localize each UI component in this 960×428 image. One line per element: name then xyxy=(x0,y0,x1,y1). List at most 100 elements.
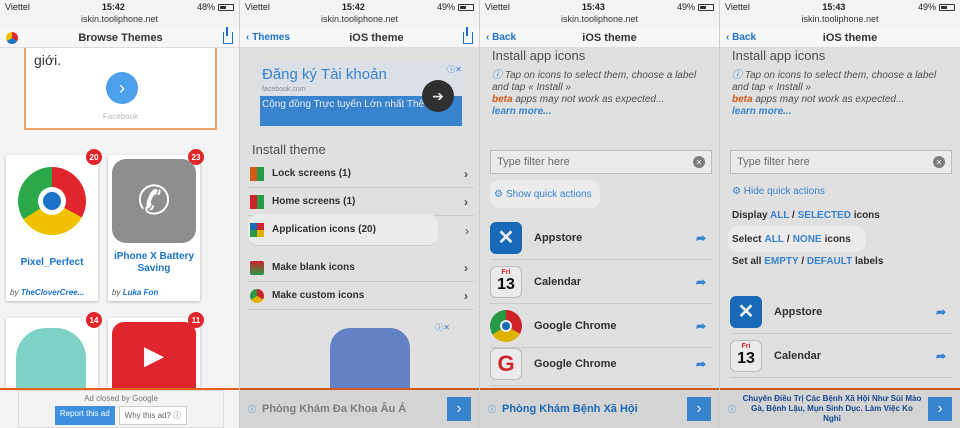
bottom-banner-ad[interactable]: ⓘ Phòng Khám Bệnh Xã Hội › xyxy=(480,388,719,428)
back-button[interactable]: ‹ Themes xyxy=(246,32,290,43)
bottom-banner-ad[interactable]: ⓘ Chuyên Điều Trị Các Bệnh Xã Hội Như Sù… xyxy=(720,388,960,428)
carrier-label: Viettel xyxy=(725,2,750,12)
instructions: ⓘ Tap on icons to select them, choose a … xyxy=(732,70,952,118)
share-arrow-icon[interactable]: ➦ xyxy=(696,357,706,371)
section-heading: Install app icons xyxy=(732,48,826,63)
adchoices-icon[interactable]: ⓘ xyxy=(248,404,256,415)
application-icons-icon xyxy=(250,222,264,237)
app-row-calendar[interactable]: Fri 13 Calendar ➦ xyxy=(490,260,712,304)
row-application-icons[interactable]: Application icons (20) xyxy=(248,214,438,246)
battery-label: 49% xyxy=(676,2,695,12)
hide-quick-actions-link[interactable]: ⚙ Hide quick actions xyxy=(732,186,825,197)
section-heading: Install theme xyxy=(252,142,326,157)
arrow-right-icon[interactable]: › xyxy=(928,397,952,421)
url-label[interactable]: iskin.tooliphone.net xyxy=(720,14,960,28)
back-button[interactable]: ‹ Back xyxy=(726,32,756,43)
share-arrow-icon[interactable]: ➦ xyxy=(936,349,946,363)
arrow-right-icon[interactable]: ➔ xyxy=(422,80,454,112)
learn-more-link[interactable]: learn more... xyxy=(732,106,952,118)
app-row-google-chrome-2[interactable]: G Google Chrome ➦ xyxy=(490,342,712,386)
battery-icon xyxy=(939,3,955,11)
set-labels-line: Set all EMPTY / DEFAULT labels xyxy=(732,256,884,267)
row-lock-screens[interactable]: Lock screens (1) › xyxy=(248,160,474,188)
select-all-link[interactable]: ALL xyxy=(764,234,783,245)
share-icon[interactable] xyxy=(463,26,473,44)
bottom-banner-ad[interactable]: ⓘ Phòng Khám Đa Khoa Âu Á › xyxy=(240,388,479,428)
row-make-blank-icons[interactable]: Make blank icons › xyxy=(248,254,474,282)
screenshot-strip: Viettel 15:42 48% iskin.tooliphone.net B… xyxy=(0,0,960,428)
url-label[interactable]: iskin.tooliphone.net xyxy=(480,14,719,28)
clear-icon[interactable]: ✕ xyxy=(693,156,705,168)
chevron-right-icon[interactable]: › xyxy=(106,72,138,104)
show-quick-actions-link[interactable]: ⚙ Show quick actions xyxy=(490,180,600,208)
app-logo-icon[interactable] xyxy=(6,31,18,44)
back-button[interactable]: ‹ Back xyxy=(486,32,516,43)
report-ad-button[interactable]: Report this ad xyxy=(54,406,115,425)
theme-card-youtube[interactable]: 11 ▶ xyxy=(108,312,204,388)
adchoices-icon[interactable]: ⓘ xyxy=(728,404,736,415)
theme-card-iphone-x[interactable]: 23 ✆ iPhone X Battery Saving by Luka Fon xyxy=(108,149,204,301)
theme-name[interactable]: Pixel_Perfect xyxy=(6,257,98,269)
share-arrow-icon[interactable]: ➦ xyxy=(696,275,706,289)
row-make-custom-icons[interactable]: Make custom icons › xyxy=(248,282,474,310)
adchoices-icon[interactable]: ⓘ✕ xyxy=(447,64,462,75)
share-arrow-icon[interactable]: ➦ xyxy=(696,319,706,333)
carrier-label: Viettel xyxy=(485,2,510,12)
bottom-ad-text: Chuyên Điều Trị Các Bệnh Xã Hội Như Sùi … xyxy=(742,394,922,423)
gears-icon: ⚙ xyxy=(494,188,503,200)
share-arrow-icon[interactable]: ➦ xyxy=(936,305,946,319)
page-title: iOS theme xyxy=(822,31,878,44)
thumbs-up-ad-image[interactable]: ⓘ✕ xyxy=(300,318,450,388)
set-empty-link[interactable]: EMPTY xyxy=(764,256,798,267)
learn-more-link[interactable]: learn more... xyxy=(492,106,712,118)
gears-icon: ⚙ xyxy=(732,186,741,197)
app-row-appstore[interactable]: ✕ Appstore ➦ xyxy=(730,290,952,334)
calendar-icon: Fri 13 xyxy=(490,265,522,298)
play-icon: ▶ xyxy=(112,322,196,388)
display-all-link[interactable]: ALL xyxy=(770,210,789,221)
filter-input[interactable]: Type filter here ✕ xyxy=(730,150,952,174)
nav-bar: ‹ Back iOS theme xyxy=(720,28,960,48)
facebook-banner-ad[interactable]: Đăng ký Tài khoản facebook.com Cộng đồng… xyxy=(258,62,464,128)
clock-label: 15:42 xyxy=(101,2,125,12)
status-bar: Viettel 15:43 49% xyxy=(720,0,960,14)
url-label[interactable]: iskin.tooliphone.net xyxy=(0,14,239,28)
set-default-link[interactable]: DEFAULT xyxy=(807,256,852,267)
section-heading: Install app icons xyxy=(492,48,586,63)
clock-label: 15:42 xyxy=(341,2,365,12)
theme-author: by Luka Fon xyxy=(112,288,159,297)
share-icon[interactable] xyxy=(223,26,233,44)
theme-card-thumbs[interactable]: 14 xyxy=(6,312,102,388)
clear-icon[interactable]: ✕ xyxy=(933,156,945,168)
url-label[interactable]: iskin.tooliphone.net xyxy=(240,14,479,28)
display-filter-line: Display ALL / SELECTED icons xyxy=(732,210,880,221)
phone-icon: ✆ xyxy=(112,159,196,243)
facebook-ad-card[interactable]: giới. › Facebook xyxy=(24,48,217,130)
ad-text: giới. xyxy=(34,52,62,68)
arrow-right-icon[interactable]: › xyxy=(447,397,471,421)
arrow-right-icon[interactable]: › xyxy=(687,397,711,421)
ad-closed-text: Ad closed by Google xyxy=(84,394,158,403)
battery-label: 49% xyxy=(917,2,936,12)
battery-icon xyxy=(698,3,714,11)
row-home-screens[interactable]: Home screens (1) › xyxy=(248,188,474,216)
theme-card-pixel-perfect[interactable]: 20 Pixel_Perfect by TheCloverCree... xyxy=(6,149,102,301)
clock-label: 15:43 xyxy=(822,2,846,12)
adchoices-icon[interactable]: ⓘ✕ xyxy=(435,322,450,333)
home-screens-icon xyxy=(250,194,264,209)
clock-label: 15:43 xyxy=(581,2,605,12)
select-none-link[interactable]: NONE xyxy=(793,234,822,245)
filter-input[interactable]: Type filter here ✕ xyxy=(490,150,712,174)
app-row-appstore[interactable]: ✕ Appstore ➦ xyxy=(490,216,712,260)
ad-source: Facebook xyxy=(102,112,139,121)
app-row-calendar[interactable]: Fri 13 Calendar ➦ xyxy=(730,334,952,378)
page-title: iOS theme xyxy=(582,31,637,44)
panel-install-app-icons-expanded: Viettel 15:43 49% iskin.tooliphone.net ‹… xyxy=(720,0,960,428)
nav-bar: ‹ Back iOS theme xyxy=(480,28,719,48)
theme-name[interactable]: iPhone X Battery Saving xyxy=(108,251,200,275)
display-selected-link[interactable]: SELECTED xyxy=(798,210,851,221)
why-this-ad-button[interactable]: Why this ad? ⓘ xyxy=(118,406,188,425)
share-arrow-icon[interactable]: ➦ xyxy=(696,231,706,245)
carrier-label: Viettel xyxy=(245,2,270,12)
adchoices-icon[interactable]: ⓘ xyxy=(488,404,496,415)
